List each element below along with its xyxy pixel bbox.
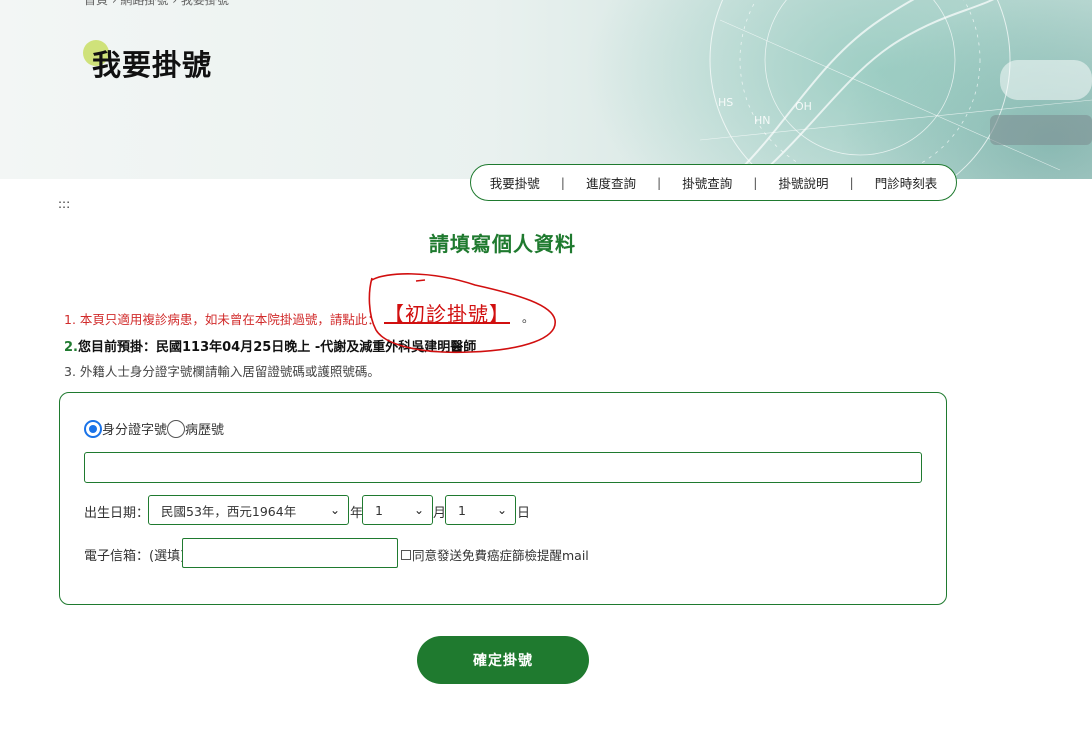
radio-id-number-label[interactable]: 身分證字號 xyxy=(102,419,167,438)
birth-day-value: 1 xyxy=(458,502,466,518)
mail-consent: 同意發送免費癌症篩檢提醒mail xyxy=(401,545,589,564)
notice-current-appointment: 2.您目前預掛：民國113年04月25日晚上 -代謝及減重外科吳建明醫師 xyxy=(64,336,476,355)
birthdate-label: 出生日期： xyxy=(84,506,150,521)
accesskey-marker[interactable]: ::: xyxy=(58,197,70,211)
notice-revisit-only: 1. 本頁只適用複診病患，如未曾在本院掛過號，請點此： xyxy=(64,312,380,327)
birth-day-select[interactable]: 1 ⌄ xyxy=(445,495,516,525)
tab-registration-info[interactable]: 掛號說明 xyxy=(778,173,828,192)
svg-text:HN: HN xyxy=(754,114,771,127)
appointment-text: 您目前預掛：民國113年04月25日晚上 -代謝及減重外科吳建明醫師 xyxy=(77,340,477,355)
id-number-input[interactable] xyxy=(84,452,922,483)
chevron-down-icon: ⌄ xyxy=(496,503,507,517)
radio-chart-number-label[interactable]: 病歷號 xyxy=(185,419,224,438)
email-field[interactable] xyxy=(182,538,398,568)
tab-clinic-schedule[interactable]: 門診時刻表 xyxy=(875,173,938,192)
birth-year-select[interactable]: 民國53年，西元1964年 ⌄ xyxy=(148,495,349,525)
day-unit: 日 xyxy=(517,506,531,521)
confirm-registration-button[interactable]: 確定掛號 xyxy=(417,636,589,684)
svg-text:OH: OH xyxy=(795,100,812,113)
email-label: 電子信箱：(選填) xyxy=(84,549,186,564)
birth-year-value: 民國53年，西元1964年 xyxy=(161,503,297,519)
breadcrumb[interactable]: 首頁 › 網路掛號 › 我要掛號 xyxy=(84,0,229,8)
tab-separator: | xyxy=(657,175,662,190)
notice-period: 。 xyxy=(522,311,535,325)
page-title: 我要掛號 xyxy=(92,48,213,82)
mail-consent-checkbox[interactable] xyxy=(401,549,411,560)
tab-separator: | xyxy=(849,175,854,190)
chevron-down-icon: ⌄ xyxy=(329,503,340,517)
first-visit-registration-link[interactable]: 【初診掛號】 xyxy=(384,298,510,327)
birth-month-value: 1 xyxy=(375,502,383,518)
svg-text:HS: HS xyxy=(718,96,733,109)
tab-registration-query[interactable]: 掛號查詢 xyxy=(682,173,732,192)
id-type-selector: 身分證字號 病歷號 xyxy=(84,419,224,438)
tab-register[interactable]: 我要掛號 xyxy=(490,173,540,192)
tab-bar: 我要掛號 | 進度查詢 | 掛號查詢 | 掛號說明 | 門診時刻表 xyxy=(470,164,957,201)
notice-foreigner-id: 3. 外籍人士身分證字號欄請輸入居留證號碼或護照號碼。 xyxy=(64,364,380,379)
dna-illustration: HS OH HN xyxy=(699,0,1092,179)
radio-chart-number[interactable] xyxy=(167,419,186,438)
tab-separator: | xyxy=(753,175,758,190)
header-banner: HS OH HN 首頁 › 網路掛號 › 我要掛號 我要掛號 xyxy=(0,0,1092,179)
birth-month-select[interactable]: 1 ⌄ xyxy=(362,495,433,525)
tab-progress[interactable]: 進度查詢 xyxy=(586,173,636,192)
tab-separator: | xyxy=(560,175,565,190)
radio-id-number[interactable] xyxy=(84,419,102,438)
chevron-down-icon: ⌄ xyxy=(413,503,424,517)
notice-number: 2. xyxy=(64,340,78,355)
form-title: 請填寫個人資料 xyxy=(429,232,576,256)
mail-consent-label[interactable]: 同意發送免費癌症篩檢提醒mail xyxy=(412,545,589,564)
